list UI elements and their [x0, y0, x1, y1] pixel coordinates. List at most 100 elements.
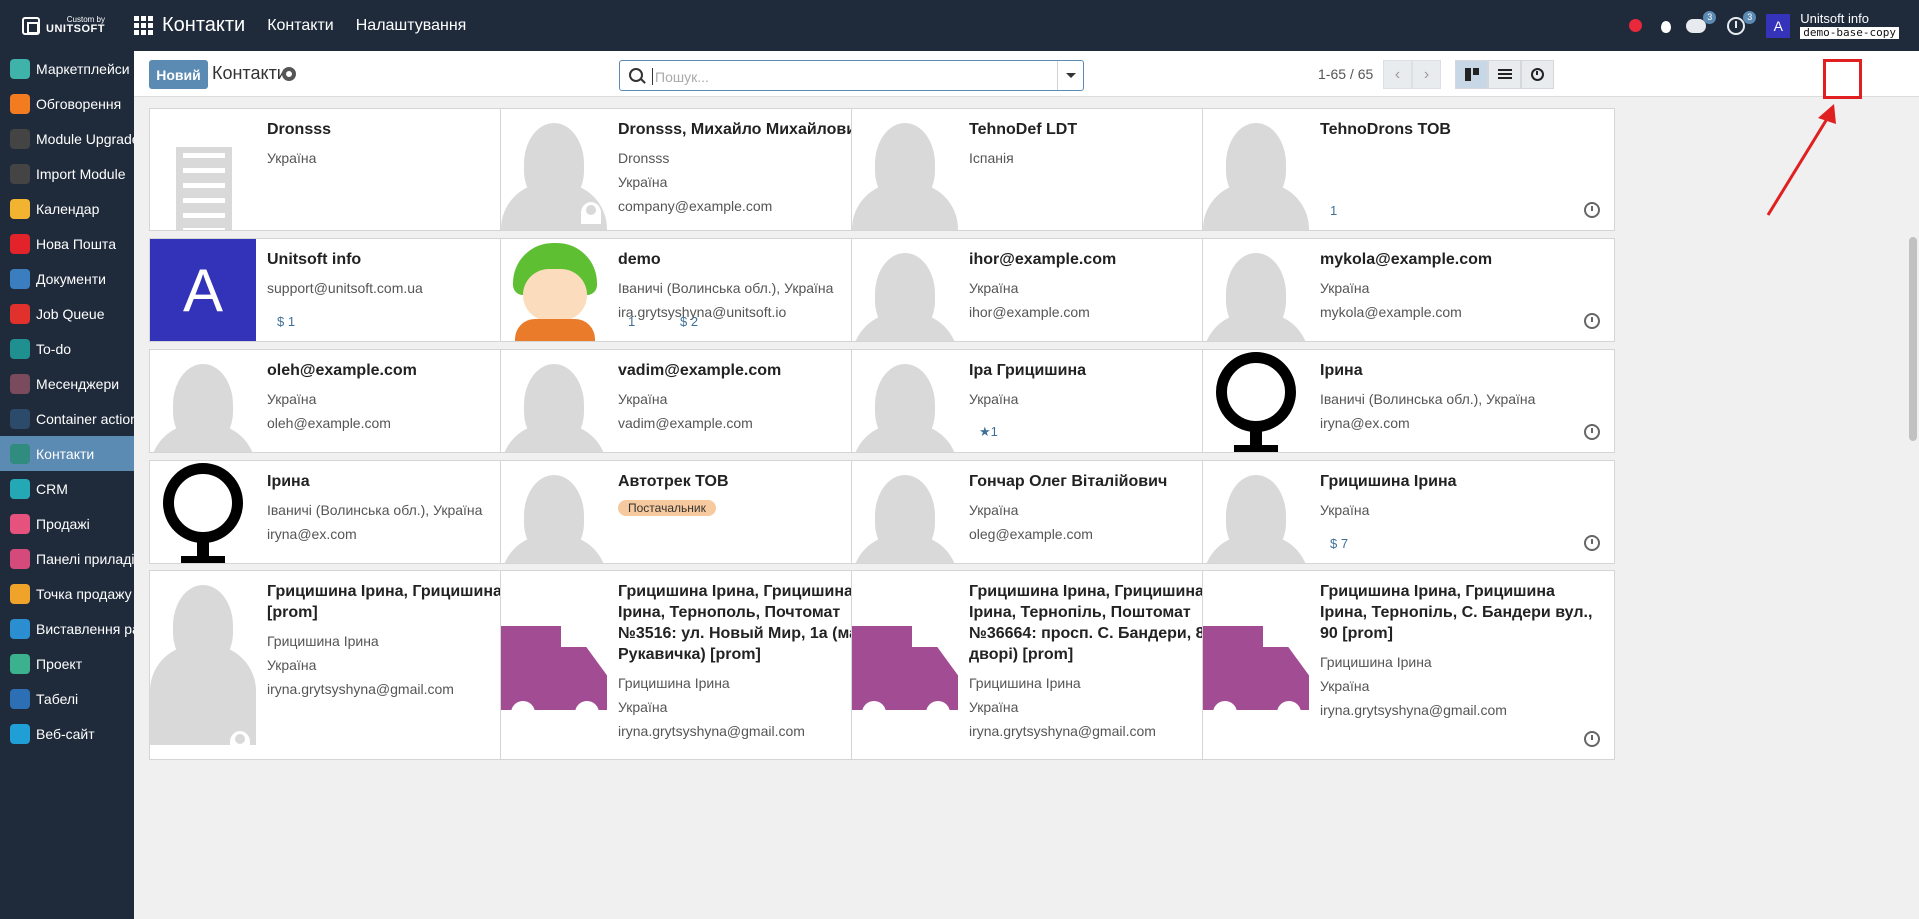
sidebar-item-dashboard[interactable]: Панелі приладів [0, 541, 134, 576]
category-tag[interactable]: Постачальник [618, 500, 716, 517]
pager-next-button[interactable]: › [1412, 60, 1441, 89]
sidebar-item-label: Документи [36, 270, 106, 287]
app-sidebar: Маркетплейси Обговорення Module Upgrade Imp… [0, 51, 134, 919]
parent-avatar-icon [581, 202, 601, 224]
activities-badge: 3 [1743, 10, 1757, 24]
contact-card[interactable]: Ірина Іваничі (Волинська обл.), Україна ir… [1202, 349, 1615, 453]
upgrade-icon [10, 128, 30, 149]
invoice-icon [10, 618, 30, 639]
sidebar-item-website[interactable]: Веб-сайт [0, 716, 134, 751]
sidebar-item-todo[interactable]: To-do [0, 331, 134, 366]
scrollbar[interactable] [1909, 237, 1917, 441]
calendar-stat-button[interactable]: 1 [628, 314, 635, 329]
debug-bug-icon[interactable] [1658, 18, 1674, 34]
contact-image [1203, 109, 1309, 230]
nav-settings[interactable]: Налаштування [356, 17, 467, 35]
contact-image [150, 109, 256, 230]
company-building-icon [150, 109, 256, 230]
kanban-view-button[interactable] [1455, 60, 1488, 89]
sidebar-item-timesheet[interactable]: Табелі [0, 681, 134, 716]
website-icon [10, 723, 30, 744]
messages-button[interactable]: 3 [1686, 10, 1717, 37]
dollar-stat-button[interactable]: $ 7 [1330, 536, 1348, 551]
person-silhouette-icon [1203, 461, 1309, 563]
recording-dot-icon[interactable] [1629, 19, 1643, 32]
sidebar-item-pos[interactable]: Точка продажу [0, 576, 134, 611]
sidebar-item-nova-poshta[interactable]: Нова Пошта [0, 226, 134, 261]
sidebar-item-job-queue[interactable]: Job Queue [0, 296, 134, 331]
contact-name: Ірина [1320, 362, 1363, 379]
contact-image [501, 109, 607, 230]
sidebar-item-sales[interactable]: Продажі [0, 506, 134, 541]
sidebar-item-import[interactable]: Import Module [0, 156, 134, 191]
contact-card[interactable]: Грицишина Ірина Україна $ 7 [1202, 460, 1615, 564]
contact-image [1203, 461, 1309, 563]
dollar-stat-button[interactable]: $ 1 [277, 314, 295, 329]
contact-image [150, 571, 256, 759]
dollar-stat-button[interactable]: $ 2 [680, 314, 698, 329]
sidebar-item-invoice[interactable]: Виставлення ра... [0, 611, 134, 646]
user-avatar[interactable]: A [1766, 13, 1791, 38]
search-input[interactable] [652, 68, 1057, 85]
contact-image [1203, 571, 1309, 759]
sidebar-item-messenger[interactable]: Месенджери [0, 366, 134, 401]
nav-contacts[interactable]: Контакти [267, 17, 334, 35]
app-title[interactable]: Контакти [162, 14, 245, 37]
sidebar-item-label: Нова Пошта [36, 235, 116, 252]
clock-icon[interactable] [1584, 202, 1600, 218]
sidebar-item-crm[interactable]: CRM [0, 471, 134, 506]
contact-image [150, 350, 256, 452]
sidebar-item-label: Панелі приладів [36, 550, 134, 567]
sidebar-item-cube[interactable]: Маркетплейси [0, 51, 134, 86]
sidebar-item-upgrade[interactable]: Module Upgrade [0, 121, 134, 156]
person-silhouette-icon [150, 571, 256, 759]
pager-previous-button[interactable]: ‹ [1383, 60, 1412, 89]
contact-image [1203, 239, 1309, 341]
user-menu[interactable]: Unitsoft info demo-base-copy [1800, 11, 1899, 40]
sidebar-item-container[interactable]: Container actions [0, 401, 134, 436]
dashboard-icon [10, 548, 30, 569]
sidebar-item-label: Виставлення ра... [36, 620, 134, 637]
brand-logo[interactable]: Custom by UNITSOFT [0, 0, 134, 51]
person-silhouette-icon [1203, 109, 1309, 230]
sidebar-item-label: Табелі [36, 690, 79, 707]
cube-icon [10, 58, 30, 79]
sidebar-item-contacts[interactable]: Контакти [0, 436, 134, 471]
apps-menu-icon[interactable] [134, 15, 154, 36]
contact-detail: Грицишина Ірина [1320, 654, 1432, 671]
clock-icon[interactable] [1584, 424, 1600, 440]
search-options-toggle[interactable] [1057, 61, 1083, 90]
person-silhouette-icon [852, 461, 958, 563]
letter-avatar: A [150, 239, 256, 341]
clock-icon[interactable] [1584, 731, 1600, 747]
contact-detail: Україна [1320, 280, 1370, 297]
sidebar-item-label: CRM [36, 480, 68, 497]
clock-icon[interactable] [1584, 535, 1600, 551]
unitsoft-logo-icon [22, 16, 40, 35]
card-stat-button[interactable]: 1 [1330, 203, 1337, 218]
contact-card[interactable]: TehnoDrons TOB 1 [1202, 108, 1615, 231]
activity-view-button[interactable] [1521, 60, 1554, 89]
contact-detail: Україна [1320, 678, 1370, 695]
new-button[interactable]: Новий [149, 60, 208, 89]
clock-icon[interactable] [1584, 313, 1600, 329]
sidebar-item-discuss[interactable]: Обговорення [0, 86, 134, 121]
sidebar-item-label: Месенджери [36, 375, 120, 392]
list-icon [1497, 69, 1512, 80]
sidebar-item-project[interactable]: Проект [0, 646, 134, 681]
contact-card[interactable]: Грицишина Ірина, Грицишина Ірина, Терноп… [1202, 570, 1615, 760]
activities-button[interactable]: 3 [1726, 10, 1757, 37]
pager-value[interactable]: 1-65 / 65 [1318, 66, 1373, 82]
gear-icon[interactable] [282, 67, 296, 81]
sidebar-item-label: To-do [36, 340, 72, 357]
sidebar-item-label: Веб-сайт [36, 725, 95, 742]
contact-card[interactable]: mykola@example.com Україна mykola@example.… [1202, 238, 1615, 342]
list-view-button[interactable] [1488, 60, 1521, 89]
sidebar-item-label: Обговорення [36, 95, 122, 112]
delivery-truck-icon [1203, 571, 1309, 759]
star-stat-button[interactable]: ★1 [979, 424, 998, 440]
sidebar-item-documents[interactable]: Документи [0, 261, 134, 296]
documents-icon [10, 268, 30, 289]
sidebar-item-calendar[interactable]: Календар [0, 191, 134, 226]
sidebar-item-label: Module Upgrade [36, 130, 134, 147]
